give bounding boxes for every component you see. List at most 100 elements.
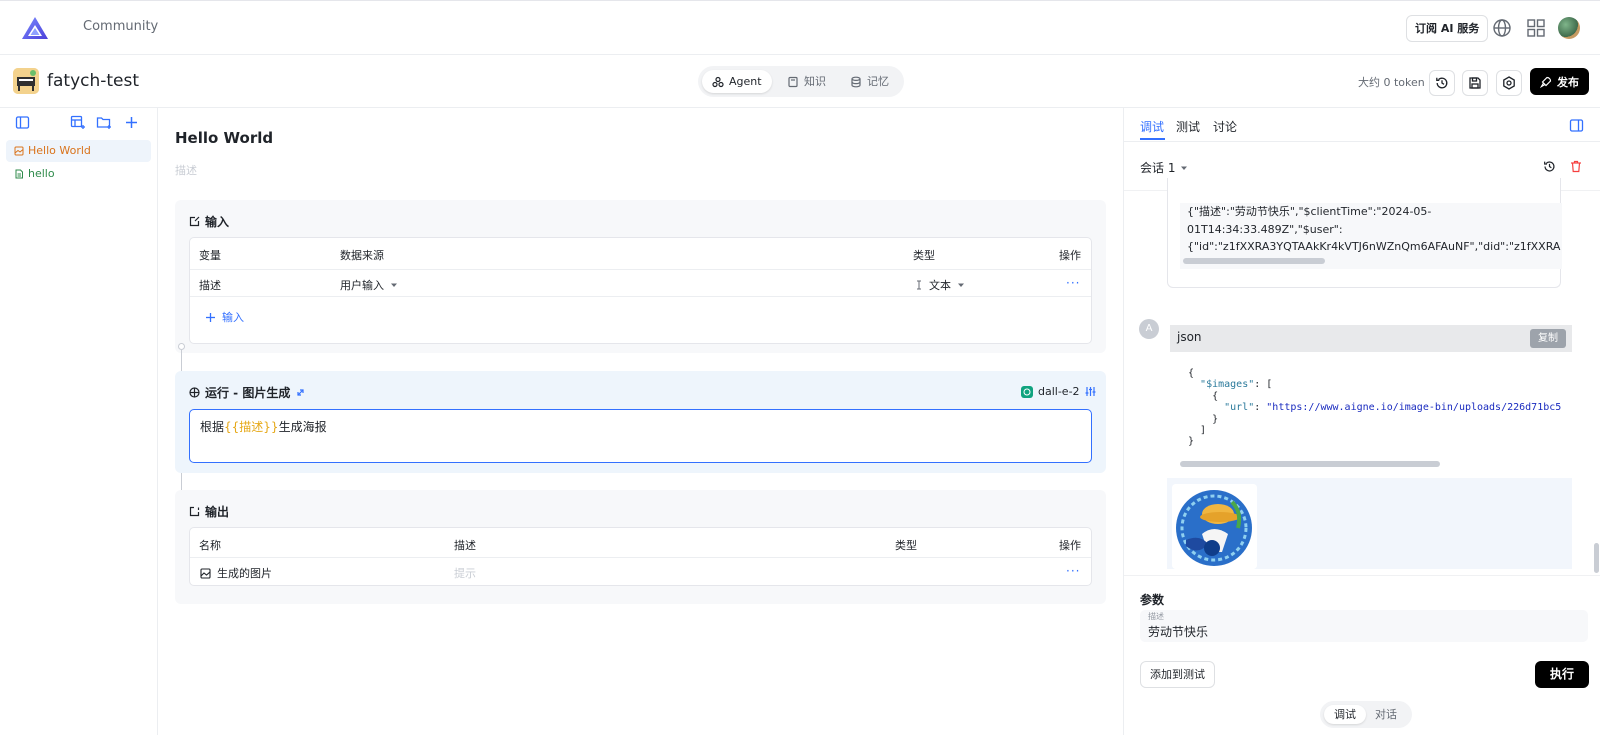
column-header-source: 数据来源	[340, 249, 384, 262]
connector-line	[181, 350, 182, 372]
vertical-scrollbar[interactable]	[1594, 543, 1599, 573]
sidebar-item-hello[interactable]: hello	[14, 167, 55, 180]
code-block-header	[1170, 325, 1572, 352]
column-header-variable: 变量	[199, 249, 221, 262]
model-selector[interactable]: dall-e-2	[1021, 385, 1096, 398]
run-button[interactable]: 执行	[1535, 661, 1589, 688]
add-folder-icon[interactable]	[96, 115, 113, 133]
tab-debug[interactable]: 调试	[1140, 118, 1164, 135]
output-section-header: 输出	[189, 503, 229, 520]
copy-button[interactable]: 复制	[1530, 329, 1566, 348]
history-icon[interactable]	[1543, 160, 1556, 176]
param-field-label: 描述	[1148, 612, 1164, 621]
description-input[interactable]: 描述	[175, 162, 197, 178]
add-to-test-button[interactable]: 添加到测试	[1140, 661, 1215, 688]
save-icon	[1469, 77, 1481, 89]
assistant-avatar: A	[1139, 319, 1159, 339]
agent-icon	[712, 76, 724, 87]
run-icon	[189, 387, 200, 398]
sidebar-toggle-icon[interactable]	[15, 115, 30, 133]
project-name: fatych-test	[47, 71, 140, 91]
horizontal-scrollbar[interactable]	[1183, 258, 1325, 264]
history-button[interactable]	[1429, 70, 1455, 96]
horizontal-scrollbar[interactable]	[1180, 461, 1440, 467]
prompt-text[interactable]: 根据{{描述}}生成海报	[200, 418, 327, 435]
output-icon	[189, 506, 200, 517]
sidebar-item-hello-world-label: Hello World	[14, 144, 91, 157]
code-language: json	[1177, 330, 1202, 344]
tab-knowledge-label: 知识	[804, 75, 826, 88]
user-avatar[interactable]	[1558, 17, 1580, 39]
output-description-input[interactable]: 提示	[454, 565, 476, 581]
tab-agent-label: Agent	[729, 75, 762, 88]
caret-down-icon	[391, 283, 397, 287]
openai-icon	[1021, 385, 1033, 398]
panel-toggle-icon[interactable]	[1569, 118, 1584, 136]
publish-label: 发布	[1557, 75, 1579, 89]
history-icon	[1436, 77, 1448, 89]
column-header-type: 类型	[895, 539, 917, 552]
publish-button[interactable]: 发布	[1530, 68, 1589, 95]
book-icon	[788, 76, 798, 87]
tab-knowledge[interactable]: 知识	[777, 70, 836, 93]
prompt-variable[interactable]: {{描述}}	[224, 420, 279, 434]
column-header-name: 名称	[199, 539, 221, 552]
tab-divider	[1124, 141, 1600, 142]
mode-chat[interactable]: 对话	[1375, 705, 1397, 724]
code-content: { "$images": [ { "url": "https://www.aig…	[1188, 368, 1562, 448]
trash-icon[interactable]	[1570, 160, 1582, 176]
tab-test[interactable]: 测试	[1176, 118, 1200, 135]
type-select[interactable]: 文本	[915, 277, 965, 293]
plus-icon[interactable]	[124, 115, 139, 133]
top-navbar	[0, 0, 1600, 55]
text-file-icon	[15, 169, 23, 178]
caret-down-icon	[958, 283, 964, 287]
table-divider	[190, 557, 1091, 558]
more-actions-button[interactable]: ···	[1066, 564, 1080, 578]
caret-down-icon	[1181, 166, 1188, 170]
gear-icon	[1503, 76, 1515, 90]
message-payload: {"描述":"劳动节快乐","$clientTime":"2024-05- 01T…	[1187, 205, 1561, 253]
run-section-header: 运行 - 图片生成	[189, 384, 306, 401]
tab-memory-label: 记忆	[867, 75, 889, 88]
source-select[interactable]: 用户输入	[340, 277, 398, 293]
settings-button[interactable]	[1496, 70, 1522, 96]
plus-icon	[206, 312, 215, 322]
add-input-button[interactable]: 输入	[205, 309, 244, 325]
apps-grid-icon[interactable]	[1526, 18, 1546, 38]
sliders-icon	[1085, 387, 1096, 396]
column-header-action: 操作	[1059, 249, 1081, 262]
input-section-header: 输入	[189, 213, 229, 230]
connector-node	[178, 343, 185, 350]
image-file-icon	[14, 146, 24, 155]
mode-debug[interactable]: 调试	[1324, 705, 1366, 724]
token-estimate: 大约 0 token	[1358, 76, 1425, 89]
table-divider	[190, 269, 1091, 270]
output-name-cell[interactable]: 生成的图片	[200, 565, 272, 581]
globe-icon[interactable]	[1492, 18, 1512, 38]
table-divider	[190, 296, 1091, 297]
add-table-icon[interactable]	[70, 115, 86, 133]
rocket-icon	[1540, 76, 1552, 88]
project-thumbnail	[13, 68, 39, 94]
left-sidebar	[0, 108, 158, 735]
variable-name-cell[interactable]: 描述	[199, 277, 221, 293]
page-title[interactable]: Hello World	[175, 129, 273, 147]
database-icon	[851, 76, 861, 87]
tab-memory[interactable]: 记忆	[840, 70, 899, 93]
more-actions-button[interactable]: ···	[1066, 276, 1080, 290]
subscribe-ai-service-button[interactable]: 订阅 AI 服务	[1406, 15, 1489, 42]
generated-image[interactable]	[1172, 484, 1257, 569]
input-icon	[189, 216, 200, 227]
save-button[interactable]	[1462, 70, 1488, 96]
swap-icon[interactable]	[295, 387, 306, 398]
column-header-action: 操作	[1059, 539, 1081, 552]
session-selector[interactable]: 会话 1	[1140, 159, 1188, 176]
tab-discuss[interactable]: 讨论	[1213, 118, 1237, 135]
tab-agent[interactable]: Agent	[702, 70, 772, 93]
param-field-value[interactable]: 劳动节快乐	[1148, 623, 1208, 640]
logo-icon[interactable]	[20, 15, 50, 44]
community-link[interactable]: Community	[83, 19, 158, 34]
params-title: 参数	[1140, 593, 1165, 607]
image-icon	[200, 567, 211, 579]
